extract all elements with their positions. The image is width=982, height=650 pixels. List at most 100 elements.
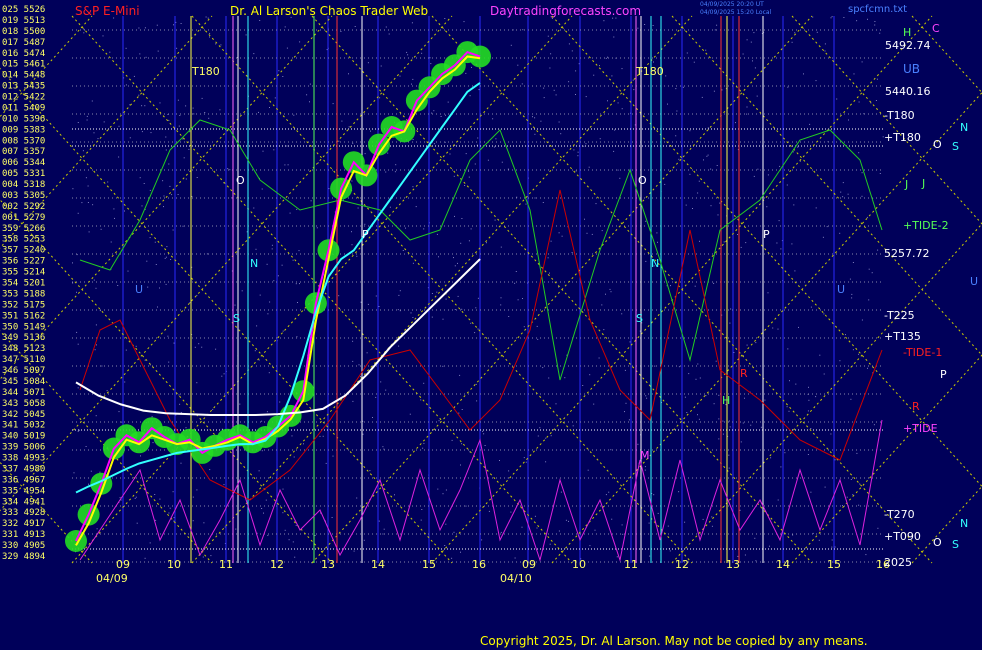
- left-axis-label: 016 5474: [2, 49, 45, 59]
- star-dot: [138, 27, 140, 29]
- star-dot: [778, 220, 780, 222]
- star-dot: [824, 486, 826, 488]
- star-dot: [585, 96, 587, 98]
- star-dot: [468, 240, 470, 242]
- star-dot: [171, 194, 173, 196]
- star-dot: [514, 282, 516, 284]
- star-dot: [445, 298, 447, 300]
- star-dot: [572, 425, 574, 427]
- star-dot: [169, 185, 171, 187]
- star-dot: [299, 283, 300, 285]
- star-dot: [165, 283, 167, 285]
- star-dot: [457, 262, 458, 264]
- star-dot: [438, 420, 440, 422]
- star-dot: [550, 240, 552, 242]
- left-axis-label: 346 5097: [2, 366, 45, 376]
- left-axis-label: 003 5305: [2, 191, 45, 201]
- star-dot: [412, 317, 414, 318]
- left-axis: 025 5526019 5513018 5500017 5487016 5474…: [2, 5, 45, 562]
- star-dot: [338, 295, 340, 297]
- star-dot: [385, 171, 387, 173]
- annotation-j: J: [904, 178, 908, 191]
- star-dot: [268, 372, 270, 374]
- star-dot: [510, 44, 512, 46]
- star-dot: [564, 377, 566, 379]
- star-dot: [444, 18, 446, 19]
- star-dot: [698, 418, 700, 420]
- left-axis-label: 341 5032: [2, 421, 45, 431]
- star-dot: [261, 420, 263, 422]
- star-dot: [818, 539, 820, 541]
- star-dot: [723, 241, 725, 243]
- star-dot: [420, 519, 422, 521]
- star-dot: [605, 494, 607, 496]
- star-dot: [135, 496, 137, 498]
- star-dot: [756, 95, 758, 97]
- diagonal-line: [671, 15, 982, 356]
- star-dot: [412, 186, 414, 188]
- star-dot: [402, 250, 404, 251]
- star-dot: [859, 483, 861, 485]
- star-dot: [196, 294, 198, 296]
- star-dot: [589, 374, 591, 376]
- star-dot: [861, 195, 863, 197]
- star-dot: [477, 137, 479, 139]
- tide-green-curve: [79, 119, 883, 381]
- star-dot: [141, 205, 143, 207]
- star-dot: [577, 151, 579, 153]
- star-dot: [266, 411, 268, 413]
- annotation-t180: T180: [191, 65, 220, 78]
- star-dot: [507, 168, 509, 170]
- star-dot: [440, 116, 442, 117]
- star-dot: [422, 447, 424, 449]
- star-dot: [208, 117, 210, 119]
- star-dot: [266, 263, 268, 265]
- star-dot: [474, 163, 476, 165]
- right-ub: UB: [903, 62, 920, 76]
- star-dot: [154, 494, 156, 495]
- right-r: R: [912, 400, 920, 413]
- left-axis-label: 010 5396: [2, 114, 45, 124]
- star-dot: [610, 291, 612, 293]
- star-dot: [652, 25, 654, 26]
- star-dot: [177, 194, 179, 195]
- star-dot: [182, 138, 184, 140]
- date-label: 04/10: [500, 572, 532, 585]
- right-t225: -T225: [884, 309, 915, 322]
- star-dot: [667, 525, 669, 527]
- star-dot: [173, 520, 175, 522]
- star-dot: [411, 22, 413, 24]
- star-dot: [254, 350, 256, 352]
- star-dot: [412, 262, 414, 264]
- star-dot: [328, 188, 330, 190]
- star-dot: [293, 114, 295, 116]
- star-dot: [258, 470, 260, 472]
- star-dot: [253, 207, 255, 209]
- star-dot: [612, 17, 614, 19]
- star-dot: [787, 86, 789, 88]
- star-dot: [682, 86, 684, 88]
- star-dot: [866, 216, 868, 218]
- star-dot: [595, 203, 597, 205]
- star-dot: [539, 427, 541, 429]
- star-dot: [389, 206, 391, 208]
- star-dot: [165, 256, 167, 258]
- star-dot: [332, 455, 334, 457]
- star-dot: [714, 29, 716, 31]
- right-price-low: 5257.72: [884, 247, 930, 260]
- star-dot: [798, 326, 799, 328]
- star-dot: [255, 248, 257, 250]
- star-dot: [613, 36, 615, 38]
- star-dot: [746, 344, 748, 346]
- x-tick-label: 10: [167, 558, 181, 571]
- star-dot: [273, 149, 275, 151]
- star-dot: [133, 75, 135, 77]
- star-dot: [637, 443, 639, 445]
- star-dot: [271, 244, 273, 246]
- star-dot: [357, 207, 359, 209]
- star-dot: [465, 505, 467, 507]
- star-dot: [584, 218, 585, 220]
- star-dot: [169, 478, 170, 480]
- star-dot: [179, 403, 181, 405]
- left-axis-label: 344 5071: [2, 388, 45, 398]
